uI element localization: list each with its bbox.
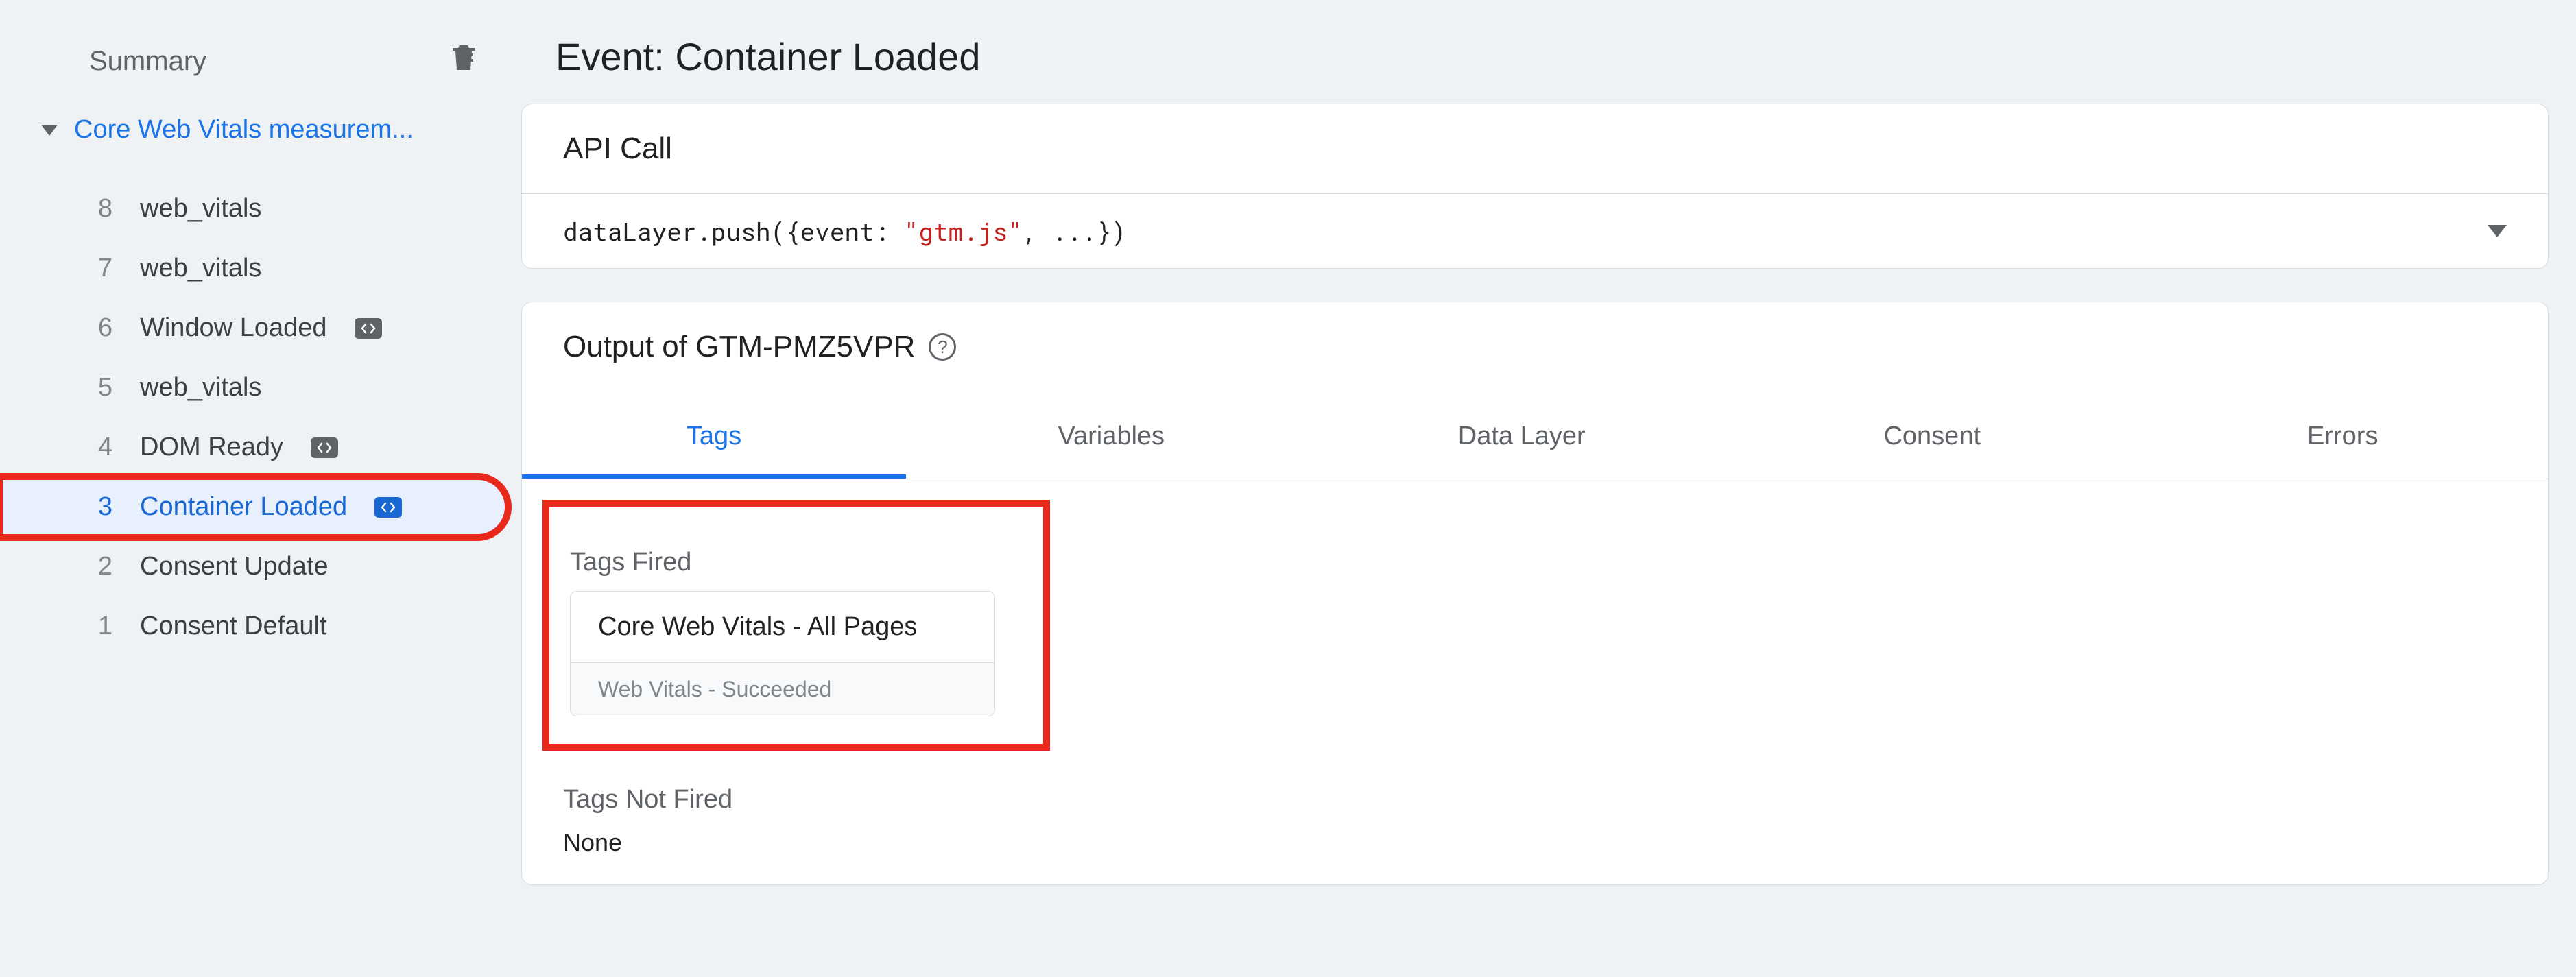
code-chip-icon <box>374 497 402 518</box>
output-header: Output of GTM-PMZ5VPR ? <box>522 302 2548 391</box>
tag-card-title: Core Web Vitals - All Pages <box>571 592 994 662</box>
clear-icon[interactable] <box>447 41 480 81</box>
sidebar-item-label: Container Loaded <box>140 492 347 522</box>
sidebar-item-8[interactable]: 8 web_vitals <box>0 179 508 239</box>
none-text: None <box>563 828 2507 857</box>
tab-data-layer[interactable]: Data Layer <box>1317 398 1728 479</box>
sidebar-item-3[interactable]: 3 Container Loaded <box>0 477 508 537</box>
tags-fired-highlight: Tags Fired Core Web Vitals - All Pages W… <box>542 500 1050 751</box>
tab-errors[interactable]: Errors <box>2138 398 2549 479</box>
api-call-string: "gtm.js" <box>904 215 1023 248</box>
output-header-label: Output of GTM-PMZ5VPR <box>563 330 915 364</box>
api-call-header: API Call <box>522 104 2548 194</box>
chevron-down-icon <box>2488 225 2507 237</box>
api-call-row[interactable]: dataLayer.push({event: "gtm.js", ...}) <box>522 194 2548 268</box>
sidebar-item-label: Consent Default <box>140 612 327 641</box>
tab-variables[interactable]: Variables <box>906 398 1317 479</box>
sidebar-item-6[interactable]: 6 Window Loaded <box>0 298 508 358</box>
sidebar-root[interactable]: Core Web Vitals measurem... <box>0 108 508 152</box>
sidebar-item-label: DOM Ready <box>140 433 283 462</box>
api-call-card: API Call dataLayer.push({event: "gtm.js"… <box>521 104 2549 269</box>
api-call-post: , ...}) <box>1023 215 1126 248</box>
sidebar-item-num: 1 <box>89 612 112 641</box>
sidebar-header: Summary <box>0 41 508 108</box>
tab-consent[interactable]: Consent <box>1727 398 2138 479</box>
tab-tags[interactable]: Tags <box>522 398 906 479</box>
caret-down-icon <box>41 125 58 136</box>
sidebar-item-5[interactable]: 5 web_vitals <box>0 358 508 418</box>
output-body: Tags Fired Core Web Vitals - All Pages W… <box>522 479 2548 884</box>
sidebar-item-num: 6 <box>89 313 112 343</box>
api-call-pre: dataLayer.push({event: <box>563 215 904 248</box>
summary-label: Summary <box>89 46 206 77</box>
sidebar-item-label: web_vitals <box>140 373 261 402</box>
sidebar-item-num: 3 <box>89 492 112 522</box>
sidebar-item-1[interactable]: 1 Consent Default <box>0 596 508 656</box>
sidebar-item-4[interactable]: 4 DOM Ready <box>0 418 508 477</box>
code-chip-icon <box>355 318 382 339</box>
sidebar-item-num: 7 <box>89 254 112 283</box>
sidebar-item-label: web_vitals <box>140 194 261 224</box>
sidebar-item-num: 2 <box>89 552 112 581</box>
sidebar-item-label: web_vitals <box>140 254 261 283</box>
api-call-code: dataLayer.push({event: "gtm.js", ...}) <box>563 215 1126 248</box>
main: Event: Container Loaded API Call dataLay… <box>521 0 2576 977</box>
sidebar-item-label: Consent Update <box>140 552 329 581</box>
sidebar-item-7[interactable]: 7 web_vitals <box>0 239 508 298</box>
sidebar-item-num: 4 <box>89 433 112 462</box>
output-card: Output of GTM-PMZ5VPR ? TagsVariablesDat… <box>521 302 2549 885</box>
tabs: TagsVariablesData LayerConsentErrors <box>522 398 2548 479</box>
sidebar-item-num: 8 <box>89 194 112 224</box>
page-title: Event: Container Loaded <box>521 27 2549 104</box>
sidebar: Summary Core Web Vitals measurem... 8 web… <box>0 0 521 977</box>
tag-card[interactable]: Core Web Vitals - All Pages Web Vitals -… <box>570 591 995 716</box>
sidebar-root-label: Core Web Vitals measurem... <box>74 115 414 145</box>
sidebar-item-num: 5 <box>89 373 112 402</box>
help-icon[interactable]: ? <box>929 333 956 361</box>
code-chip-icon <box>311 437 338 458</box>
sidebar-item-label: Window Loaded <box>140 313 327 343</box>
tags-not-fired-label: Tags Not Fired <box>563 785 2507 815</box>
tag-card-status: Web Vitals - Succeeded <box>571 662 994 716</box>
sidebar-item-2[interactable]: 2 Consent Update <box>0 537 508 596</box>
sidebar-list: 8 web_vitals 7 web_vitals 6 Window Loaded 5 web… <box>0 179 508 656</box>
tags-fired-label: Tags Fired <box>570 548 1023 577</box>
